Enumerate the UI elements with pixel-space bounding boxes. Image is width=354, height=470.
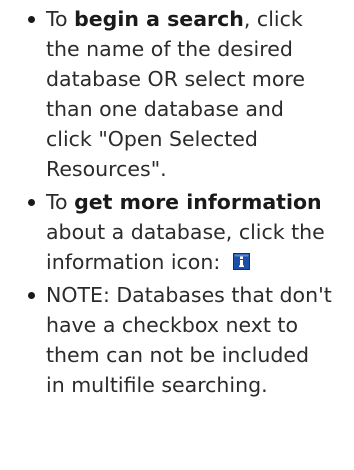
instruction-line: database OR select more bbox=[46, 64, 350, 94]
text-segment: than one database and bbox=[46, 97, 284, 121]
instructions-list: To begin a search, click the name of the… bbox=[0, 4, 354, 403]
text-segment: Resources". bbox=[46, 157, 167, 181]
instruction-line: Resources". bbox=[46, 154, 350, 184]
emphasis-begin-search: begin a search bbox=[74, 7, 244, 31]
text-segment: in multifile searching. bbox=[46, 373, 268, 397]
instruction-more-info: To get more information about a database… bbox=[0, 187, 354, 277]
text-segment: To bbox=[46, 190, 75, 214]
instruction-line: click "Open Selected bbox=[46, 124, 350, 154]
text-segment: information icon: bbox=[46, 250, 227, 274]
bullet-icon bbox=[28, 16, 35, 23]
instruction-line: NOTE: Databases that don't bbox=[46, 280, 350, 310]
text-segment: click "Open Selected bbox=[46, 127, 258, 151]
instruction-line: To get more information bbox=[46, 187, 350, 217]
bullet-icon bbox=[28, 292, 35, 299]
instruction-line: the name of the desired bbox=[46, 34, 350, 64]
text-segment: have a checkbox next to bbox=[46, 313, 298, 337]
text-segment: NOTE: Databases that don't bbox=[46, 283, 332, 307]
instruction-line: in multifile searching. bbox=[46, 370, 350, 400]
text-segment: the name of the desired bbox=[46, 37, 293, 61]
instruction-line: To begin a search, click bbox=[46, 4, 350, 34]
instruction-line: them can not be included bbox=[46, 340, 350, 370]
text-segment: , click bbox=[243, 7, 303, 31]
instruction-line: information icon: bbox=[46, 247, 350, 277]
text-segment: about a database, click the bbox=[46, 220, 325, 244]
emphasis-get-more-information: get more information bbox=[74, 190, 322, 214]
instruction-note: NOTE: Databases that don't have a checkb… bbox=[0, 280, 354, 400]
text-segment: them can not be included bbox=[46, 343, 309, 367]
text-segment: database OR select more bbox=[46, 67, 305, 91]
info-icon bbox=[232, 253, 250, 270]
bullet-icon bbox=[28, 199, 35, 206]
text-segment: To bbox=[46, 7, 75, 31]
instruction-line: have a checkbox next to bbox=[46, 310, 350, 340]
instruction-line: than one database and bbox=[46, 94, 350, 124]
instruction-line: about a database, click the bbox=[46, 217, 350, 247]
instruction-begin-search: To begin a search, click the name of the… bbox=[0, 4, 354, 184]
